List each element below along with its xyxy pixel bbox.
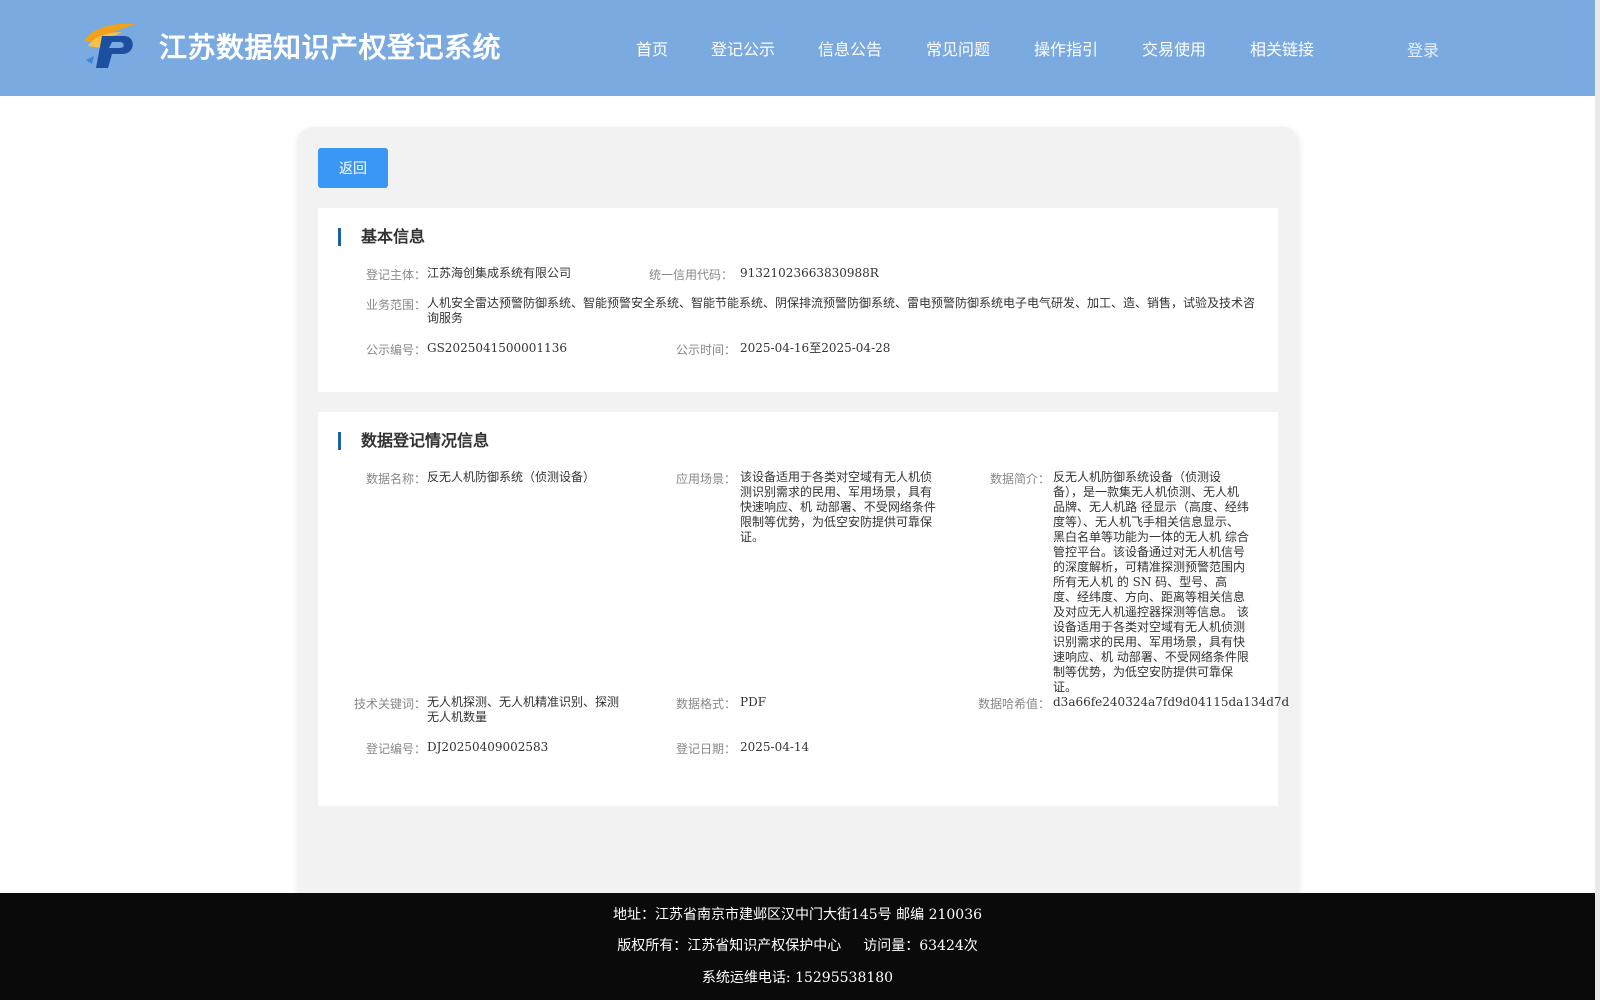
credit-code-value: 91321023663830988R: [740, 266, 879, 280]
registration-date-value: 2025-04-14: [740, 740, 810, 754]
data-name-label: 数据名称：: [365, 472, 426, 486]
format-value: PDF: [740, 695, 767, 709]
notice-time-value: 2025-04-16至2025-04-28: [740, 341, 891, 355]
registration-date-label: 登记日期：: [675, 742, 736, 756]
notice-number-label: 公示编号：: [365, 343, 426, 357]
scene-label: 应用场景：: [675, 472, 736, 486]
footer-copyright: 版权所有：江苏省知识产权保护中心: [617, 938, 842, 954]
top-header: 江苏数据知识产权登记系统 首页 登记公示 信息公告 常见问题 操作指引 交易使用…: [0, 0, 1595, 96]
data-intro-label: 数据简介：: [989, 472, 1050, 486]
nav-home[interactable]: 首页: [636, 36, 668, 60]
footer-address: 地址：江苏省南京市建邺区汉中门大街145号 邮编 210036: [612, 907, 983, 923]
nav-faq[interactable]: 常见问题: [926, 36, 990, 60]
footer-phone: 系统运维电话: 15295538180: [701, 970, 894, 986]
page-footer: 地址：江苏省南京市建邺区汉中门大街145号 邮编 210036 版权所有：江苏省…: [0, 893, 1595, 1000]
nav-registration-notice[interactable]: 登记公示: [711, 36, 775, 60]
data-name-value: 反无人机防御系统（侦测设备）: [427, 470, 596, 484]
notice-time-label: 公示时间：: [675, 343, 736, 357]
scene-value: 该设备适用于各类对空域有无人机侦测识别需求的民用、军用场景，具有快速响应、机 动…: [740, 470, 936, 544]
nav-related-links[interactable]: 相关链接: [1250, 36, 1314, 60]
basic-info-card: 基本信息 登记主体： 江苏海创集成系统有限公司 统一信用代码： 91321023…: [318, 208, 1278, 392]
keywords-label: 技术关键词：: [353, 697, 426, 711]
site-title[interactable]: 江苏数据知识产权登记系统: [159, 26, 501, 66]
nav-info-announcement[interactable]: 信息公告: [818, 36, 882, 60]
login-link[interactable]: 登录: [1407, 37, 1439, 61]
registration-number-value: DJ20250409002583: [427, 740, 549, 754]
subject-value: 江苏海创集成系统有限公司: [427, 266, 572, 280]
hash-value: d3a66fe240324a7fd9d04115da134d7d: [1053, 695, 1290, 709]
registration-number-label: 登记编号：: [365, 742, 426, 756]
data-registration-card: 数据登记情况信息 数据名称： 反无人机防御系统（侦测设备） 应用场景： 该设备适…: [318, 412, 1289, 806]
data-intro-value: 反无人机防御系统设备（侦测设备），是一款集无人机侦测、无人机品牌、无人机路 径显…: [1053, 470, 1249, 694]
data-registration-title: 数据登记情况信息: [338, 432, 489, 450]
subject-label: 登记主体：: [365, 268, 426, 282]
footer-visits: 访问量：63424次: [863, 938, 978, 954]
credit-code-label: 统一信用代码：: [648, 268, 733, 282]
page-scrollbar[interactable]: [1595, 0, 1600, 1000]
notice-number-value: GS2025041500001136: [427, 341, 567, 355]
hash-label: 数据哈希值：: [977, 697, 1050, 711]
nav-trade-use[interactable]: 交易使用: [1142, 36, 1206, 60]
footer-copyright-line: 版权所有：江苏省知识产权保护中心 访问量：63424次: [0, 935, 1595, 955]
nav-operation-guide[interactable]: 操作指引: [1034, 36, 1098, 60]
format-label: 数据格式：: [675, 697, 736, 711]
scope-label: 业务范围：: [365, 298, 426, 312]
basic-info-title: 基本信息: [338, 228, 425, 246]
keywords-value: 无人机探测、无人机精准识别、探测无人机数量: [427, 695, 620, 724]
back-button[interactable]: 返回: [318, 148, 388, 188]
site-logo-icon[interactable]: [80, 20, 140, 70]
scope-value: 人机安全雷达预警防御系统、智能预警安全系统、智能节能系统、阴保排流预警防御系统、…: [427, 296, 1256, 325]
